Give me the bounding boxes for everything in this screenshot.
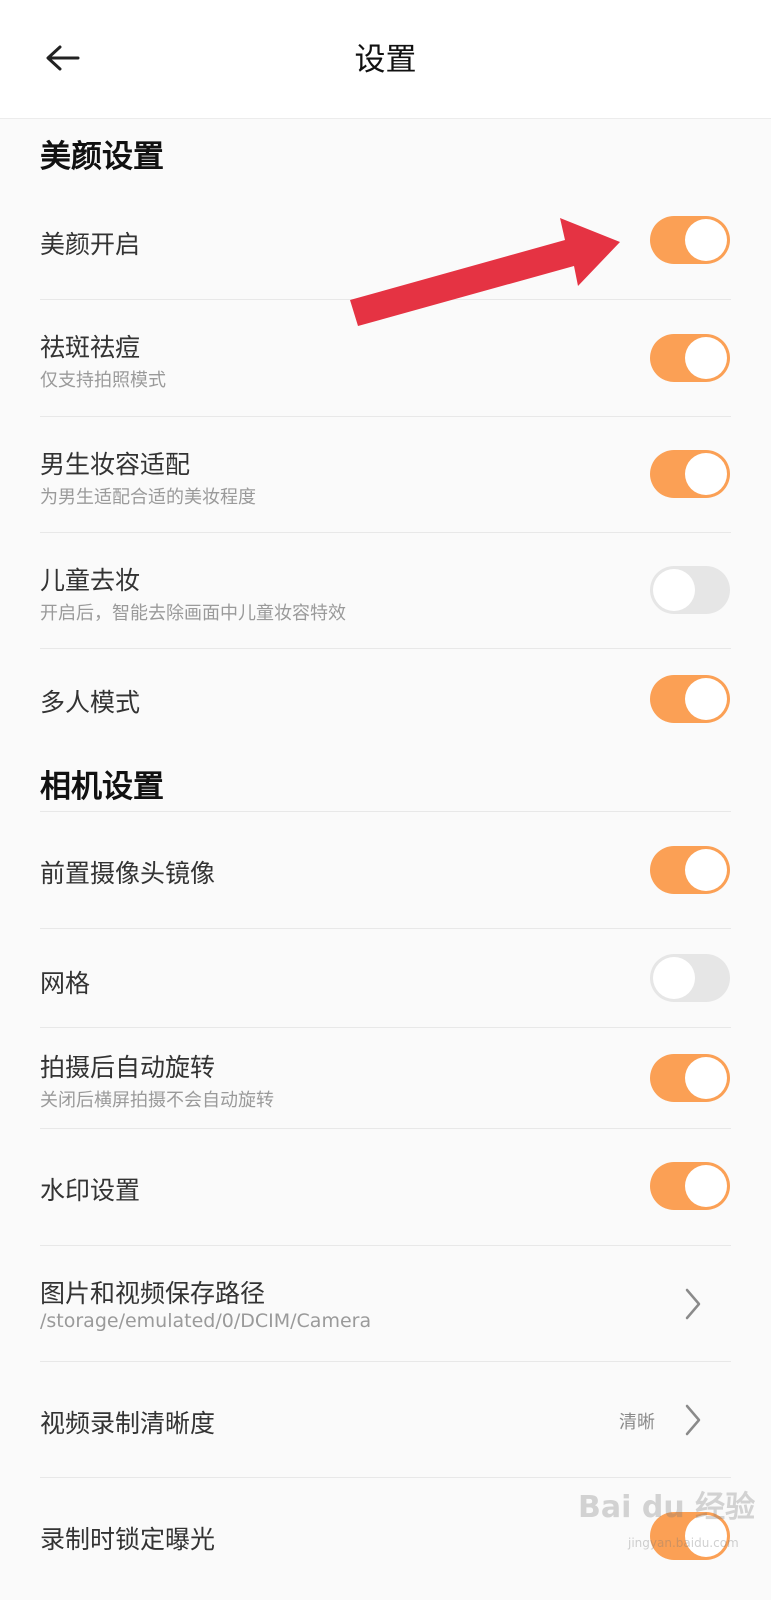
front-mirror-toggle[interactable] [650,846,730,894]
setting-label: 美颜开启 [40,230,141,259]
toggle-knob [653,569,695,611]
toggle-knob [653,957,695,999]
setting-row-male-makeup: 男生妆容适配 为男生适配合适的美妆程度 [40,417,731,533]
section-title-beauty: 美颜设置 [40,139,164,175]
baidu-watermark: Bai du 经验 [578,1490,756,1525]
setting-label: 录制时锁定曝光 [40,1525,216,1554]
setting-label: 儿童去妆 [40,566,141,595]
auto-rotate-toggle[interactable] [650,1054,730,1102]
setting-label: 多人模式 [40,688,141,717]
section-title-camera: 相机设置 [40,769,164,805]
chevron-right-icon[interactable] [683,1286,703,1322]
setting-row-save-path[interactable]: 图片和视频保存路径 /storage/emulated/0/DCIM/Camer… [40,1246,731,1362]
setting-label: 水印设置 [40,1176,141,1205]
setting-label: 前置摄像头镜像 [40,859,216,888]
setting-description: 开启后，智能去除画面中儿童妆容特效 [40,603,346,624]
setting-description: 为男生适配合适的美妆程度 [40,487,256,508]
setting-label: 图片和视频保存路径 [40,1279,266,1308]
setting-row-grid: 网格 [40,928,731,1028]
baidu-watermark-url: jingyan.baidu.com [628,1536,739,1550]
setting-label: 拍摄后自动旋转 [40,1053,216,1082]
setting-row-multi-person: 多人模式 [40,649,731,749]
toggle-knob [685,337,727,379]
multi-person-toggle[interactable] [650,675,730,723]
chevron-right-icon[interactable] [683,1402,703,1438]
toggle-knob [685,453,727,495]
setting-label: 祛斑祛痘 [40,333,141,362]
setting-row-video-quality[interactable]: 视频录制清晰度 清晰 [40,1362,731,1478]
setting-label: 视频录制清晰度 [40,1409,216,1438]
setting-label: 男生妆容适配 [40,450,191,479]
child-makeup-toggle[interactable] [650,566,730,614]
setting-row-child-makeup: 儿童去妆 开启后，智能去除画面中儿童妆容特效 [40,533,731,649]
setting-description: 仅支持拍照模式 [40,370,166,391]
setting-row-auto-rotate: 拍摄后自动旋转 关闭后横屏拍摄不会自动旋转 [40,1028,731,1129]
setting-row-beauty-on: 美颜开启 [40,183,731,300]
setting-row-front-mirror: 前置摄像头镜像 [40,811,731,929]
setting-label: 网格 [40,969,91,998]
toggle-knob [685,219,727,261]
beauty-on-toggle[interactable] [650,216,730,264]
setting-row-blemish: 祛斑祛痘 仅支持拍照模式 [40,300,731,417]
male-makeup-toggle[interactable] [650,450,730,498]
toggle-knob [685,1165,727,1207]
grid-toggle[interactable] [650,954,730,1002]
save-path-value: /storage/emulated/0/DCIM/Camera [40,1310,372,1332]
watermark-toggle[interactable] [650,1162,730,1210]
page-title: 设置 [354,42,417,78]
setting-description: 关闭后横屏拍摄不会自动旋转 [40,1090,274,1111]
toggle-knob [685,678,727,720]
toggle-knob [685,849,727,891]
video-quality-value: 清晰 [619,1412,655,1433]
setting-row-watermark: 水印设置 [40,1129,731,1246]
toggle-knob [685,1057,727,1099]
blemish-toggle[interactable] [650,334,730,382]
app-header: 设置 [0,0,771,119]
